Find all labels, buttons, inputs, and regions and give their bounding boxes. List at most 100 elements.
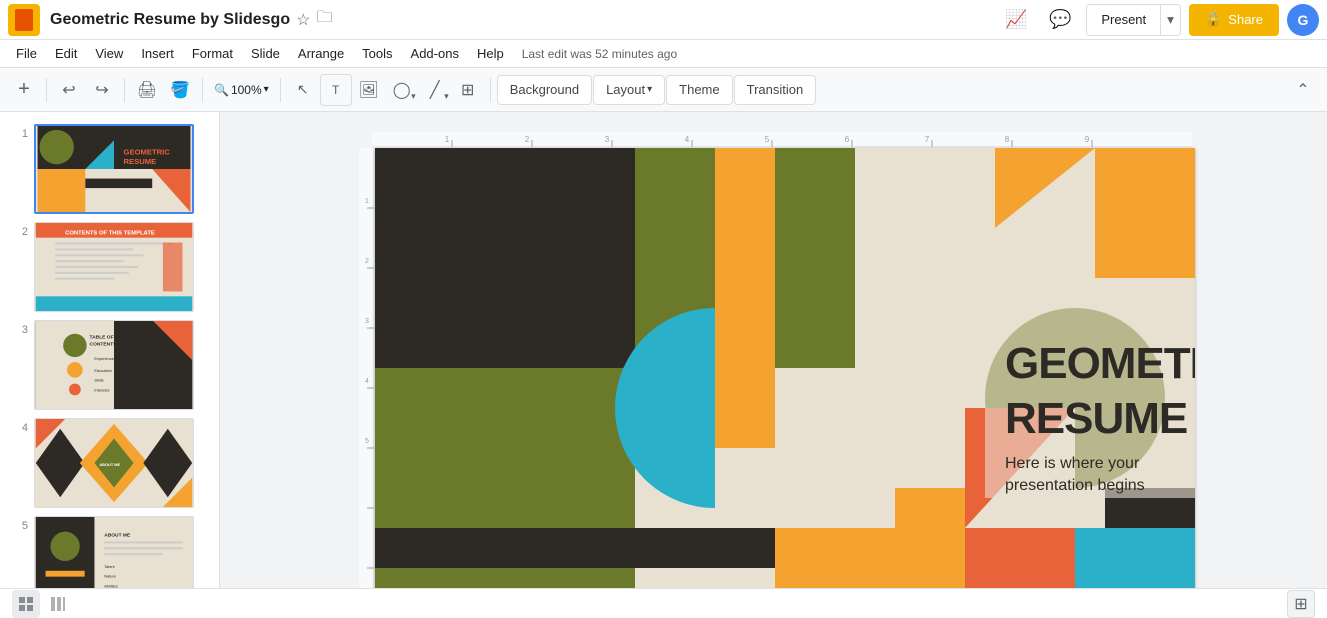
present-dropdown-btn[interactable]: ▾: [1160, 5, 1180, 35]
undo-btn[interactable]: ↩: [53, 74, 85, 106]
filmstrip-view-btn[interactable]: [44, 590, 72, 618]
trending-icon-btn[interactable]: 📈: [998, 2, 1034, 38]
menu-view[interactable]: View: [87, 44, 131, 63]
svg-text:GEOMETRIC: GEOMETRIC: [1005, 339, 1195, 388]
slide-item-2[interactable]: 2 CONTENTS OF THIS TEMPLATE: [0, 218, 219, 316]
top-right-actions: 📈 💬 Present ▾ 🔒 Share G: [998, 2, 1319, 38]
image-btn[interactable]: 🖼: [353, 74, 385, 106]
zoom-control[interactable]: 🔍 100% ▾: [209, 76, 274, 104]
slide-item-3[interactable]: 3 TABLE OF CONTENTS Experience Education…: [0, 316, 219, 414]
toolbar-group-slide-actions: Background Layout ▾ Theme Transition: [497, 75, 817, 105]
menu-help[interactable]: Help: [469, 44, 512, 63]
layout-btn[interactable]: Layout ▾: [593, 75, 665, 105]
svg-text:Skills: Skills: [94, 378, 103, 383]
filmstrip-view-icon: [50, 596, 66, 612]
svg-text:GEOMETRIC: GEOMETRIC: [124, 148, 171, 157]
toolbar-group-print: 🖨 🪣: [131, 74, 196, 106]
slide-canvas[interactable]: GEOMETRIC RESUME Here is where your pres…: [375, 148, 1195, 608]
slide-thumb-2: CONTENTS OF THIS TEMPLATE: [34, 222, 194, 312]
svg-text:TABLE OF: TABLE OF: [90, 335, 114, 341]
slide-canvas-wrapper: 1 2 3 4 5: [359, 148, 1189, 608]
add-slide-btn[interactable]: ⊞: [452, 74, 484, 106]
svg-text:RESUME: RESUME: [1005, 394, 1187, 443]
svg-text:8: 8: [1004, 135, 1009, 144]
svg-text:Nature: Nature: [104, 574, 116, 579]
svg-text:5: 5: [764, 135, 769, 144]
grid-view-icon: [18, 596, 34, 612]
share-button[interactable]: 🔒 Share: [1189, 4, 1279, 36]
svg-text:5: 5: [365, 438, 369, 445]
line-btn[interactable]: ╱ ▾: [419, 74, 451, 106]
collapse-btn[interactable]: ⌃: [1287, 74, 1319, 106]
user-avatar[interactable]: G: [1287, 4, 1319, 36]
add-btn[interactable]: +: [8, 74, 40, 106]
toolbar-group-tools: ↖ T 🖼 ◯ ▾ ╱ ▾ ⊞: [287, 74, 484, 106]
background-btn[interactable]: Background: [497, 75, 592, 105]
menu-insert[interactable]: Insert: [133, 44, 182, 63]
grid-view-btn[interactable]: [12, 590, 40, 618]
view-toggle: [12, 590, 72, 618]
slide-panel: 1: [0, 112, 220, 618]
comment-icon-btn[interactable]: 💬: [1042, 2, 1078, 38]
doc-title: Geometric Resume by Slidesgo: [50, 12, 290, 28]
print-btn[interactable]: 🖨: [131, 74, 163, 106]
menu-slide[interactable]: Slide: [243, 44, 288, 63]
svg-text:4: 4: [684, 135, 689, 144]
slide-num-2: 2: [8, 222, 28, 238]
folder-icon[interactable]: 🗀: [316, 6, 332, 33]
top-bar: Geometric Resume by Slidesgo ☆ 🗀 📈 💬 Pre…: [0, 0, 1327, 40]
toolbar: + ↩ ↪ 🖨 🪣 🔍 100% ▾ ↖ T 🖼 ◯ ▾ ╱ ▾ ⊞ Backg…: [0, 68, 1327, 112]
app-logo[interactable]: [8, 4, 40, 36]
redo-btn[interactable]: ↪: [86, 74, 118, 106]
menu-addons[interactable]: Add-ons: [403, 44, 467, 63]
svg-text:CONTENTS OF THIS TEMPLATE: CONTENTS OF THIS TEMPLATE: [65, 231, 155, 237]
svg-text:4: 4: [365, 378, 369, 385]
toolbar-group-history: ↩ ↪: [53, 74, 118, 106]
main-area: 1: [0, 112, 1327, 618]
slide-num-3: 3: [8, 320, 28, 336]
svg-text:3: 3: [604, 135, 609, 144]
svg-text:1: 1: [365, 198, 369, 205]
theme-btn[interactable]: Theme: [666, 75, 732, 105]
svg-text:2: 2: [524, 135, 529, 144]
svg-text:ABOUT ME: ABOUT ME: [99, 462, 120, 467]
select-btn[interactable]: ↖: [287, 74, 319, 106]
svg-text:Here is where your: Here is where your: [1005, 455, 1140, 472]
zoom-level-label: 100%: [231, 83, 262, 97]
menu-file[interactable]: File: [8, 44, 45, 63]
slide-thumb-4: ABOUT ME: [34, 418, 194, 508]
separator-4: [280, 78, 281, 102]
separator-1: [46, 78, 47, 102]
paint-btn[interactable]: 🪣: [164, 74, 196, 106]
menu-arrange[interactable]: Arrange: [290, 44, 352, 63]
slide-thumb-1: GEOMETRIC RESUME: [34, 124, 194, 214]
toolbar-group-insert: +: [8, 74, 40, 106]
svg-text:9: 9: [1084, 135, 1089, 144]
shape-btn[interactable]: ◯ ▾: [386, 74, 418, 106]
bottom-bar: ⊞: [0, 588, 1327, 618]
menu-edit[interactable]: Edit: [47, 44, 85, 63]
star-icon[interactable]: ☆: [296, 10, 310, 30]
zoom-minus-icon: 🔍: [214, 83, 229, 97]
slide-num-4: 4: [8, 418, 28, 434]
menu-tools[interactable]: Tools: [354, 44, 400, 63]
zoom-chevron-icon: ▾: [264, 84, 269, 95]
line-chevron-icon: ▾: [444, 91, 449, 102]
slide-item-1[interactable]: 1: [0, 120, 219, 218]
zoom-fit-btn[interactable]: ⊞: [1287, 590, 1315, 618]
ruler-vertical: 1 2 3 4 5: [359, 148, 375, 608]
svg-text:Talent: Talent: [104, 564, 115, 569]
present-main-btn[interactable]: Present: [1087, 5, 1160, 35]
shape-chevron-icon: ▾: [411, 91, 416, 102]
slide-item-4[interactable]: 4 ABOUT ME: [0, 414, 219, 512]
separator-5: [490, 78, 491, 102]
menu-format[interactable]: Format: [184, 44, 241, 63]
transition-btn[interactable]: Transition: [734, 75, 817, 105]
last-edit-link[interactable]: Last edit was 52 minutes ago: [522, 47, 677, 61]
canvas-area: // Ruler ticks handled in SVG below 1 2 …: [220, 112, 1327, 618]
svg-text:Experience: Experience: [94, 356, 114, 361]
svg-text:1: 1: [444, 135, 449, 144]
layout-chevron-icon: ▾: [647, 84, 652, 95]
svg-text:6: 6: [844, 135, 849, 144]
text-btn[interactable]: T: [320, 74, 352, 106]
